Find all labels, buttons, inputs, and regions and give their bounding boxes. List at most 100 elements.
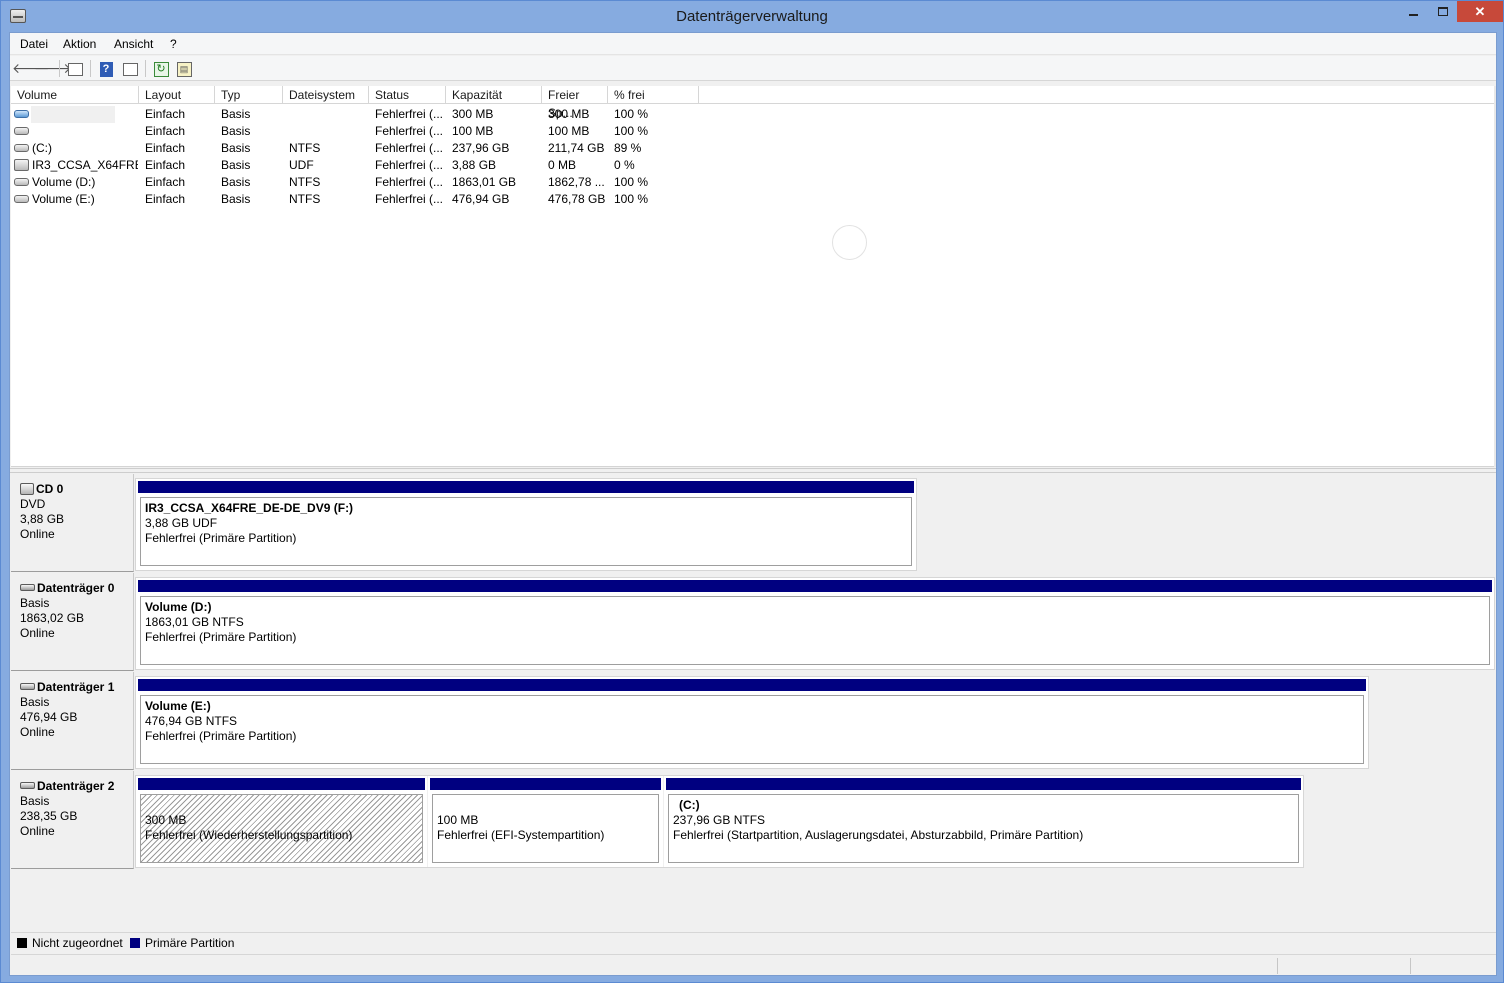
column-typ[interactable]: Typ [215,86,283,104]
partition-block[interactable]: 100 MB Fehlerfrei (EFI-Systempartition) [428,776,663,867]
volume-row[interactable]: IR3_CCSA_X64FRE... Einfach Basis UDF Feh… [11,157,1496,174]
partition-area: 300 MB Fehlerfrei (Wiederherstellungspar… [135,775,1304,868]
help-icon: ? [99,61,113,77]
volume-typ: Basis [221,141,251,155]
refresh-icon: ↻ [153,61,169,77]
volume-free: 300 MB [548,107,590,121]
volume-status: Fehlerfrei (... [375,175,443,189]
disk-row-disk0: Datenträger 0 Basis 1863,02 GB Online Vo… [11,573,1496,672]
partition-body: 100 MB Fehlerfrei (EFI-Systempartition) [432,794,659,863]
volume-fs: NTFS [289,141,321,155]
partition-block[interactable]: 300 MB Fehlerfrei (Wiederherstellungspar… [136,776,427,867]
partition-body: 300 MB Fehlerfrei (Wiederherstellungspar… [140,794,423,863]
volume-row[interactable]: (C:) Einfach Basis NTFS Fehlerfrei (... … [11,140,1496,157]
volume-percent-free: 100 % [614,192,649,206]
volume-row[interactable]: Einfach Basis Fehlerfrei (... 300 MB 300… [11,106,1496,123]
disk-info-disk0[interactable]: Datenträger 0 Basis 1863,02 GB Online [11,573,134,671]
volume-percent-free: 100 % [614,124,649,138]
menu-ansicht[interactable]: Ansicht [110,36,157,52]
volume-capacity: 476,94 GB [452,192,510,206]
disk-icon [14,126,29,135]
legend-unallocated: Nicht zugeordnet [32,936,123,950]
volume-row[interactable]: Einfach Basis Fehlerfrei (... 100 MB 100… [11,123,1496,140]
menu-help[interactable]: ? [166,36,181,52]
volume-capacity: 3,88 GB [452,158,497,172]
legend: Nicht zugeordnet Primäre Partition [11,932,1496,952]
column-status[interactable]: Status [369,86,446,104]
primary-partition-swatch [130,938,140,948]
disk-state: Online [20,527,55,541]
disk-info-disk2[interactable]: Datenträger 2 Basis 238,35 GB Online [11,771,134,869]
back-button[interactable]: 🡐 [12,59,50,77]
partition-title: (C:) [679,798,700,812]
volume-typ: Basis [221,175,251,189]
volume-percent-free: 0 % [614,158,635,172]
forward-button[interactable]: 🡒 [34,59,72,77]
menu-aktion[interactable]: Aktion [59,36,100,52]
partition-status: Fehlerfrei (Wiederherstellungspartition) [145,828,353,842]
volume-capacity: 237,96 GB [452,141,510,155]
blue-disk-icon [14,109,29,118]
disk-name: Datenträger 0 [37,581,115,595]
menu-bar: Datei Aktion Ansicht ? [10,33,1496,55]
volume-row[interactable]: Volume (D:) Einfach Basis NTFS Fehlerfre… [11,174,1496,191]
volume-fs: UDF [289,158,314,172]
partition-block[interactable]: Volume (D:) 1863,01 GB NTFS Fehlerfrei (… [136,578,1494,669]
close-button[interactable]: ✕ [1457,1,1503,22]
volume-capacity: 1863,01 GB [452,175,517,189]
partition-body: (C:) 237,96 GB NTFS Fehlerfrei (Startpar… [668,794,1299,863]
legend-primary-partition: Primäre Partition [145,936,235,950]
disk-info-disk1[interactable]: Datenträger 1 Basis 476,94 GB Online [11,672,134,770]
volume-status: Fehlerfrei (... [375,158,443,172]
partition-status: Fehlerfrei (Startpartition, Auslagerungs… [673,828,1084,842]
partition-size: 300 MB [145,813,187,827]
disk-kind: Basis [20,794,50,808]
toolbar-separator [90,60,91,77]
volume-fs: NTFS [289,175,321,189]
partition-block[interactable]: (C:) 237,96 GB NTFS Fehlerfrei (Startpar… [664,776,1303,867]
title-bar[interactable]: Datenträgerverwaltung ✕ [1,1,1503,32]
volume-layout: Einfach [145,141,186,155]
column-kapazitaet[interactable]: Kapazität [446,86,542,104]
disk-name: Datenträger 2 [37,779,115,793]
maximize-icon [1437,7,1448,16]
volume-row[interactable]: Volume (E:) Einfach Basis NTFS Fehlerfre… [11,191,1496,208]
partition-block[interactable]: IR3_CCSA_X64FRE_DE-DE_DV9 (F:) 3,88 GB U… [136,479,916,570]
disk-drive-icon [20,584,35,592]
partition-body: Volume (D:) 1863,01 GB NTFS Fehlerfrei (… [140,596,1490,665]
column-freier-speicher[interactable]: Freier Sp... [542,86,608,120]
partition-status: Fehlerfrei (Primäre Partition) [145,531,297,545]
volume-status: Fehlerfrei (... [375,192,443,206]
volume-typ: Basis [221,192,251,206]
primary-partition-bar [138,481,914,493]
help-button[interactable]: ? [96,59,116,77]
column-volume[interactable]: Volume [11,86,139,104]
partition-block[interactable]: Volume (E:) 476,94 GB NTFS Fehlerfrei (P… [136,677,1368,768]
menu-datei[interactable]: Datei [16,36,52,52]
properties-button[interactable]: ▤ [174,59,194,77]
partition-area: IR3_CCSA_X64FRE_DE-DE_DV9 (F:) 3,88 GB U… [135,478,917,571]
app-window: Datenträgerverwaltung ✕ Datei Aktion Ans… [0,0,1504,983]
disk-size: 238,35 GB [20,809,78,823]
volume-free: 1862,78 ... [548,175,605,189]
show-hide-console-tree-button[interactable] [65,59,85,77]
volume-list-scrollbar[interactable] [1494,86,1496,467]
disk-info-cd0[interactable]: CD 0 DVD 3,88 GB Online [11,474,134,572]
partition-size: 100 MB [437,813,479,827]
column-prozent-frei[interactable]: % frei [608,86,699,104]
minimize-button[interactable] [1399,1,1428,22]
console-tree-icon [67,62,83,76]
partition-area: Volume (E:) 476,94 GB NTFS Fehlerfrei (P… [135,676,1369,769]
disk-kind: Basis [20,695,50,709]
maximize-button[interactable] [1428,1,1457,22]
volume-free: 476,78 GB [548,192,606,206]
disk-name: CD 0 [36,482,64,496]
volume-list[interactable]: Volume Layout Typ Dateisystem Status Kap… [11,86,1496,467]
show-action-pane-button[interactable] [120,59,140,77]
pane-splitter[interactable] [10,468,1496,473]
refresh-button[interactable]: ↻ [151,59,171,77]
disk-kind: DVD [20,497,46,511]
column-dateisystem[interactable]: Dateisystem [283,86,369,104]
disk-row-cd0: CD 0 DVD 3,88 GB Online IR3_CCSA_X64FRE_… [11,474,1496,573]
column-layout[interactable]: Layout [139,86,215,104]
